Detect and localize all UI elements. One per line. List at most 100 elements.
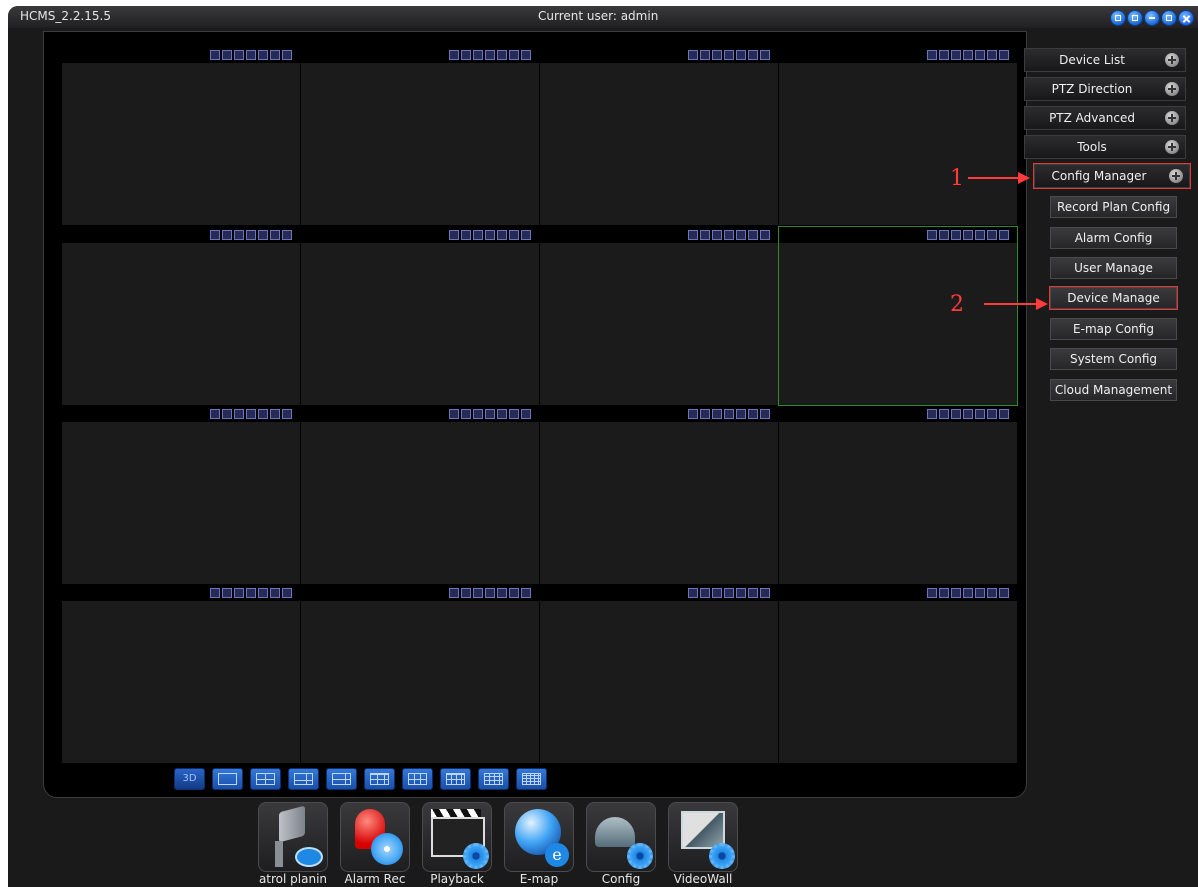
menu-ptz-direction[interactable]: PTZ Direction [1024, 77, 1186, 101]
layout-25-button[interactable] [516, 768, 547, 790]
close-stream-icon[interactable] [282, 588, 292, 598]
dock-alarm-rec[interactable]: Alarm Rec [340, 802, 410, 887]
record-icon[interactable] [461, 409, 471, 419]
playback-icon[interactable] [712, 409, 722, 419]
config-gear-icon[interactable] [586, 802, 656, 872]
audio-icon[interactable] [270, 230, 280, 240]
submenu-cloud-management[interactable]: Cloud Management [1050, 379, 1177, 401]
video-cell[interactable] [779, 47, 1017, 225]
record-icon[interactable] [222, 230, 232, 240]
dock-videowall[interactable]: VideoWall [668, 802, 738, 887]
close-stream-icon[interactable] [282, 409, 292, 419]
video-cell[interactable] [779, 585, 1017, 763]
layout-10-button[interactable] [402, 768, 433, 790]
playback-icon[interactable] [951, 230, 961, 240]
video-cell[interactable] [778, 226, 1018, 406]
close-stream-icon[interactable] [999, 409, 1009, 419]
close-stream-icon[interactable] [282, 50, 292, 60]
record-icon[interactable] [939, 409, 949, 419]
title-bar[interactable]: HCMS_2.2.15.5 Current user: admin [8, 6, 1198, 28]
layout-9-button[interactable] [364, 768, 395, 790]
zoom-icon[interactable] [736, 230, 746, 240]
ptz-icon[interactable] [724, 230, 734, 240]
zoom-icon[interactable] [736, 409, 746, 419]
playback-icon[interactable] [473, 588, 483, 598]
menu-device-list[interactable]: Device List [1024, 48, 1186, 72]
globe-icon[interactable]: e [504, 802, 574, 872]
ptz-icon[interactable] [963, 230, 973, 240]
ptz-icon[interactable] [724, 50, 734, 60]
ptz-icon[interactable] [724, 409, 734, 419]
video-cell[interactable] [301, 585, 539, 763]
submenu-record-plan-config[interactable]: Record Plan Config [1050, 196, 1177, 218]
playback-icon[interactable] [234, 588, 244, 598]
submenu-user-manage[interactable]: User Manage [1050, 257, 1177, 279]
close-stream-icon[interactable] [999, 50, 1009, 60]
audio-icon[interactable] [987, 409, 997, 419]
close-stream-icon[interactable] [760, 588, 770, 598]
layout-8-button[interactable] [326, 768, 357, 790]
snapshot-icon[interactable] [449, 50, 459, 60]
ptz-icon[interactable] [246, 588, 256, 598]
dock-emap[interactable]: e E-map [504, 802, 574, 887]
record-icon[interactable] [222, 588, 232, 598]
ptz-icon[interactable] [485, 230, 495, 240]
close-stream-icon[interactable] [999, 588, 1009, 598]
zoom-icon[interactable] [975, 50, 985, 60]
snapshot-icon[interactable] [927, 50, 937, 60]
video-cell[interactable] [779, 406, 1017, 584]
snapshot-icon[interactable] [210, 50, 220, 60]
video-cell[interactable] [540, 227, 778, 405]
layout-16-button[interactable] [478, 768, 509, 790]
video-cell[interactable] [540, 585, 778, 763]
video-cell[interactable] [540, 47, 778, 225]
zoom-icon[interactable] [497, 588, 507, 598]
playback-icon[interactable] [951, 50, 961, 60]
dock-playback[interactable]: Playback [422, 802, 492, 887]
snapshot-icon[interactable] [688, 230, 698, 240]
record-icon[interactable] [461, 230, 471, 240]
zoom-icon[interactable] [975, 409, 985, 419]
playback-icon[interactable] [234, 50, 244, 60]
zoom-icon[interactable] [497, 50, 507, 60]
ptz-icon[interactable] [485, 50, 495, 60]
expand-plus-icon[interactable] [1165, 140, 1179, 154]
video-cell[interactable] [540, 406, 778, 584]
close-stream-icon[interactable] [760, 230, 770, 240]
submenu-emap-config[interactable]: E-map Config [1050, 318, 1177, 340]
video-cell[interactable] [301, 406, 539, 584]
playback-icon[interactable] [712, 50, 722, 60]
ptz-icon[interactable] [963, 588, 973, 598]
video-cell[interactable] [301, 227, 539, 405]
snapshot-icon[interactable] [449, 588, 459, 598]
playback-icon[interactable] [473, 409, 483, 419]
zoom-icon[interactable] [258, 50, 268, 60]
snapshot-icon[interactable] [927, 588, 937, 598]
lock-icon[interactable] [1110, 10, 1126, 26]
record-icon[interactable] [939, 50, 949, 60]
record-icon[interactable] [461, 588, 471, 598]
audio-icon[interactable] [509, 50, 519, 60]
list-icon[interactable] [1127, 10, 1143, 26]
restore-icon[interactable] [1161, 10, 1177, 26]
audio-icon[interactable] [987, 588, 997, 598]
snapshot-icon[interactable] [210, 409, 220, 419]
layout-3d-button[interactable]: 3D [174, 768, 205, 790]
close-stream-icon[interactable] [282, 230, 292, 240]
minimize-icon[interactable] [1144, 10, 1160, 26]
snapshot-icon[interactable] [449, 409, 459, 419]
audio-icon[interactable] [270, 409, 280, 419]
ptz-icon[interactable] [246, 230, 256, 240]
video-cell[interactable] [62, 585, 300, 763]
zoom-icon[interactable] [497, 230, 507, 240]
alarm-siren-icon[interactable] [340, 802, 410, 872]
close-stream-icon[interactable] [521, 409, 531, 419]
close-icon[interactable] [1178, 10, 1194, 26]
audio-icon[interactable] [748, 230, 758, 240]
ptz-icon[interactable] [724, 588, 734, 598]
menu-ptz-advanced[interactable]: PTZ Advanced [1024, 106, 1186, 130]
record-icon[interactable] [939, 230, 949, 240]
record-icon[interactable] [700, 409, 710, 419]
record-icon[interactable] [222, 50, 232, 60]
audio-icon[interactable] [987, 230, 997, 240]
